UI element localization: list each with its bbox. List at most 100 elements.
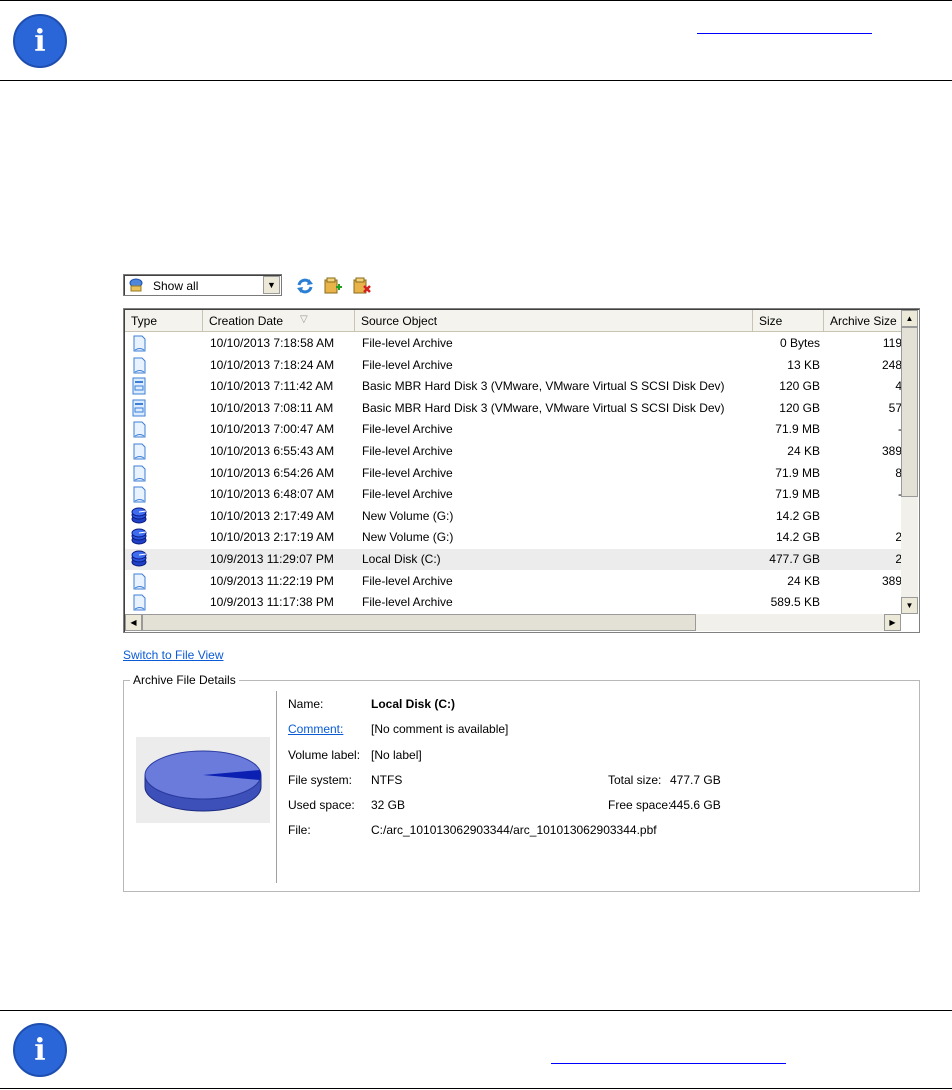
table-row[interactable]: 10/10/2013 6:55:43 AM File-level Archive 2… [125, 441, 901, 462]
cell-size: 14.2 GB [775, 508, 820, 523]
cell-archive-size: 4 [828, 379, 901, 393]
name-label: Name: [288, 697, 324, 711]
cell-creation-date: 10/10/2013 7:00:47 AM [210, 422, 335, 437]
filter-icon [129, 278, 143, 292]
horizontal-scroll-thumb[interactable] [142, 614, 696, 631]
total-size-label: Total size: [608, 773, 662, 787]
cell-archive-size: 389 [881, 444, 901, 458]
free-space-value: 445.6 GB [670, 798, 721, 812]
free-space-label: Free space: [608, 798, 672, 812]
file-archive-icon [133, 594, 146, 611]
archive-file-details: Archive File Details Name: Local Disk (C… [123, 673, 920, 892]
scroll-right-icon[interactable]: ▶ [884, 614, 901, 631]
used-space-label: Used space: [288, 798, 355, 812]
cell-size: 120 GB [779, 379, 820, 394]
horizontal-scrollbar[interactable]: ◀ ▶ [125, 614, 901, 631]
file-label: File: [288, 823, 311, 837]
column-header-source-object[interactable]: Source Object [355, 310, 753, 332]
archive-list[interactable]: Type Creation Date ▽ Source Object Size … [123, 308, 920, 633]
cell-archive-size: - [828, 487, 901, 501]
table-row[interactable]: 10/9/2013 11:17:38 PM File-level Archive 5… [125, 592, 901, 613]
cell-size: 71.9 MB [775, 487, 820, 502]
cell-size: 0 Bytes [779, 336, 820, 350]
cell-archive-size: 248 [881, 357, 901, 372]
cell-creation-date: 10/9/2013 11:22:19 PM [210, 573, 334, 588]
filter-dropdown[interactable]: Show all ▼ [123, 274, 282, 296]
table-row[interactable]: 10/9/2013 11:22:19 PM File-level Archive 2… [125, 571, 901, 592]
cell-source-object: File-level Archive [362, 573, 453, 588]
file-archive-icon [133, 573, 146, 590]
table-row[interactable]: 10/9/2013 11:29:07 PM Local Disk (C:) 477.… [125, 549, 901, 570]
note-link-bottom[interactable] [551, 1063, 786, 1064]
cell-creation-date: 10/10/2013 6:55:43 AM [210, 444, 335, 458]
comment-value: [No comment is available] [371, 722, 509, 736]
scroll-up-icon[interactable]: ▲ [901, 310, 918, 327]
list-header: Type Creation Date ▽ Source Object Size … [125, 310, 901, 332]
details-divider [276, 691, 277, 883]
total-size-value: 477.7 GB [670, 773, 721, 787]
cell-archive-size: 2 [828, 552, 901, 566]
column-header-size[interactable]: Size [753, 310, 824, 332]
table-row[interactable]: 10/10/2013 7:08:11 AM Basic MBR Hard Disk… [125, 398, 901, 419]
cell-source-object: File-level Archive [362, 357, 453, 372]
cell-source-object: File-level Archive [362, 487, 453, 502]
file-system-label: File system: [288, 773, 353, 787]
table-row[interactable]: 10/10/2013 7:18:58 AM File-level Archive 0… [125, 333, 901, 354]
scroll-down-icon[interactable]: ▼ [901, 597, 918, 614]
column-header-type[interactable]: Type [125, 310, 203, 332]
cell-source-object: Basic MBR Hard Disk 3 (VMware, VMware Vi… [362, 400, 725, 415]
table-row[interactable]: 10/10/2013 6:54:26 AM File-level Archive 7… [125, 463, 901, 484]
vertical-scroll-thumb[interactable] [901, 327, 918, 497]
filter-selected-value: Show all [153, 279, 199, 293]
refresh-icon[interactable] [295, 276, 315, 296]
cell-source-object: File-level Archive [362, 595, 453, 610]
info-note-top: i [0, 0, 952, 81]
switch-to-file-view-link[interactable]: Switch to File View [123, 648, 223, 662]
file-archive-icon [133, 421, 146, 438]
cell-source-object: Local Disk (C:) [362, 552, 441, 566]
volume-archive-icon [131, 528, 147, 545]
cell-creation-date: 10/10/2013 6:54:26 AM [210, 465, 335, 480]
delete-archive-icon[interactable] [352, 276, 372, 296]
chevron-down-icon[interactable]: ▼ [263, 276, 280, 294]
cell-creation-date: 10/9/2013 11:17:38 PM [210, 595, 334, 610]
disk-usage-pie [136, 737, 270, 823]
table-row[interactable]: 10/10/2013 7:18:24 AM File-level Archive 1… [125, 355, 901, 376]
column-header-creation-date[interactable]: Creation Date ▽ [203, 310, 355, 332]
vertical-scrollbar[interactable]: ▲ ▼ [901, 310, 918, 614]
table-row[interactable]: 10/10/2013 2:17:49 AM New Volume (G:) 14.2… [125, 506, 901, 527]
cell-size: 14.2 GB [775, 530, 820, 545]
file-archive-icon [133, 465, 146, 482]
table-row[interactable]: 10/10/2013 2:17:19 AM New Volume (G:) 14.2… [125, 527, 901, 548]
sort-descending-icon: ▽ [300, 314, 308, 325]
table-row[interactable]: 10/10/2013 7:00:47 AM File-level Archive 7… [125, 419, 901, 440]
info-note-bottom: i [0, 1010, 952, 1089]
cell-creation-date: 10/10/2013 6:48:07 AM [210, 487, 335, 502]
cell-archive-size: 57 [888, 400, 901, 415]
comment-link[interactable]: Comment: [288, 722, 343, 736]
cell-archive-size: 389 [881, 573, 901, 588]
cell-size: 24 KB [787, 444, 820, 458]
disk-archive-icon [132, 399, 146, 417]
add-archive-icon[interactable] [323, 276, 343, 296]
cell-creation-date: 10/10/2013 2:17:19 AM [210, 530, 335, 545]
file-archive-icon [133, 443, 146, 460]
disk-archive-icon [132, 377, 146, 395]
cell-source-object: File-level Archive [362, 465, 453, 480]
scroll-left-icon[interactable]: ◀ [125, 614, 142, 631]
cell-archive-size: 8 [828, 466, 901, 480]
info-icon: i [13, 14, 67, 68]
cell-creation-date: 10/10/2013 2:17:49 AM [210, 508, 335, 523]
note-link-top[interactable] [697, 33, 872, 34]
file-system-value: NTFS [371, 773, 403, 787]
cell-creation-date: 10/9/2013 11:29:07 PM [210, 552, 334, 566]
info-icon: i [13, 1023, 67, 1077]
toolbar: Show all ▼ [123, 273, 423, 299]
cell-source-object: New Volume (G:) [362, 530, 454, 545]
used-space-value: 32 GB [371, 798, 406, 812]
cell-size: 477.7 GB [769, 552, 820, 566]
cell-archive-size: 2 [828, 530, 901, 544]
table-row[interactable]: 10/10/2013 6:48:07 AM File-level Archive 7… [125, 484, 901, 505]
table-row[interactable]: 10/10/2013 7:11:42 AM Basic MBR Hard Disk… [125, 376, 901, 397]
column-header-archive-size[interactable]: Archive Size [824, 310, 904, 332]
